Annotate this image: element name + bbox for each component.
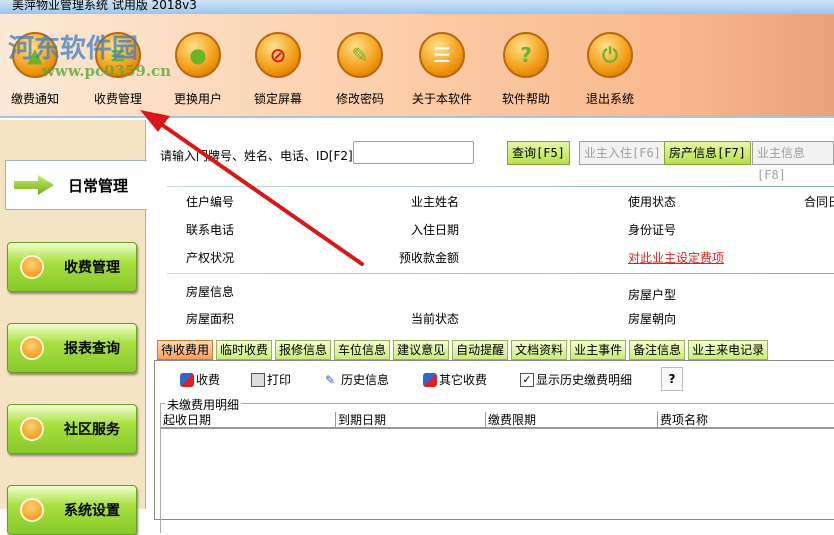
column-fee-name[interactable]: 费项名称 (658, 412, 834, 427)
sidebar: 日常管理 收费管理 报表查询 社区服务 系统设置 (0, 120, 147, 535)
tab-pending-fees[interactable]: 待收费用 (157, 340, 214, 360)
label-current-status: 当前状态 (411, 312, 460, 326)
sidebar-item-community-service[interactable]: 社区服务 (7, 404, 137, 454)
owner-info-button[interactable]: 业主信息[F8] (752, 141, 834, 182)
tab-parking[interactable]: 车位信息 (334, 340, 391, 360)
show-history-checkbox[interactable]: ✓ 显示历史缴费明细 (520, 371, 632, 388)
label-use-status: 使用状态 (628, 195, 677, 209)
table-header: 起收日期 到期日期 缴费限期 费项名称 (161, 412, 834, 429)
tab-repairs[interactable]: 报修信息 (275, 340, 332, 360)
toolbar-button-exit[interactable]: ⏻ 退出系统 (570, 32, 650, 107)
toolbar-button-about[interactable]: ☰ 关于本软件 (402, 32, 482, 107)
lock-screen-icon: ⊘ (255, 32, 301, 78)
tab-call-records[interactable]: 业主来电记录 (688, 340, 769, 360)
sidebar-item-reports[interactable]: 报表查询 (7, 323, 137, 373)
label-area: 房屋面积 (186, 312, 235, 326)
orange-dot-icon (20, 255, 44, 279)
label-resident-no: 住户编号 (186, 195, 235, 209)
main-toolbar: ▲ 缴费通知 ≡ 收费管理 ● 更换用户 ⊘ 锁定屏幕 ✎ 修改密码 ☰ 关于本软件 ? 软件… (0, 14, 834, 118)
label-prepaid: 预收款金额 (399, 251, 460, 265)
wrench-icon: ✎ (337, 32, 383, 78)
toolbar-button-change-password[interactable]: ✎ 修改密码 (320, 32, 400, 107)
help-button[interactable]: ? (661, 367, 683, 391)
watermark-url: www.pc0359.cn (42, 62, 172, 80)
tab-bar: 待收费用 临时收费 报修信息 车位信息 建议意见 自动提醒 文档资料 业主事件 … (157, 340, 769, 360)
arrow-right-icon (14, 175, 54, 195)
main-panel: 请输入门牌号、姓名、电话、ID[F2] 查询[F5] 业主入住[F6] 房产信息… (147, 120, 834, 533)
toolbar-button-lock-screen[interactable]: ⊘ 锁定屏幕 (238, 32, 318, 107)
charge-icon (180, 372, 194, 387)
charge-button[interactable]: 收费 (180, 371, 220, 388)
divider (167, 186, 834, 187)
sidebar-item-fee-management[interactable]: 收费管理 (7, 242, 137, 292)
tab-reminders[interactable]: 自动提醒 (452, 340, 509, 360)
column-payment-deadline[interactable]: 缴费限期 (486, 412, 658, 427)
divider (167, 273, 834, 274)
title-bar: 美萍物业管理系统 试用版 2018v3 (0, 0, 834, 14)
group-title: 未缴费用明细 (165, 396, 242, 413)
history-button[interactable]: ✎ 历史信息 (325, 371, 389, 388)
print-icon (251, 372, 265, 387)
user-icon: ● (175, 32, 221, 78)
other-charge-icon (423, 372, 437, 387)
column-start-date[interactable]: 起收日期 (161, 412, 336, 427)
orange-dot-icon (20, 498, 44, 522)
print-button[interactable]: 打印 (251, 371, 291, 388)
label-phone: 联系电话 (186, 223, 235, 237)
search-input[interactable] (353, 141, 474, 164)
toolbar-button-help[interactable]: ? 软件帮助 (486, 32, 566, 107)
owner-checkin-button[interactable]: 业主入住[F6] (579, 141, 666, 165)
sidebar-active-daily-management[interactable]: 日常管理 (5, 160, 147, 210)
tab-notes[interactable]: 备注信息 (629, 340, 686, 360)
power-icon: ⏻ (587, 32, 633, 78)
tab-owner-events[interactable]: 业主事件 (570, 340, 627, 360)
label-house-type: 房屋户型 (628, 288, 677, 302)
other-charge-button[interactable]: 其它收费 (423, 371, 487, 388)
column-due-date[interactable]: 到期日期 (336, 412, 486, 427)
pending-fees-panel: 收费 打印 ✎ 历史信息 其它收费 ✓ 显示历史缴费明细 ? 未缴费用明细 起收日期… (154, 360, 834, 533)
search-label: 请输入门牌号、姓名、电话、ID[F2] (160, 149, 353, 163)
query-button[interactable]: 查询[F5] (507, 141, 570, 165)
pen-icon: ✎ (325, 372, 336, 387)
label-checkin-date: 入住日期 (411, 223, 460, 237)
tab-documents[interactable]: 文档资料 (511, 340, 568, 360)
sidebar-item-system-settings[interactable]: 系统设置 (7, 485, 137, 535)
label-id-no: 身份证号 (628, 223, 677, 237)
help-icon: ? (503, 32, 549, 78)
label-owner-name: 业主姓名 (411, 195, 460, 209)
orange-dot-icon (20, 417, 44, 441)
label-ownership: 产权状况 (186, 251, 235, 265)
set-fees-link[interactable]: 对此业主设定费项 (628, 249, 724, 266)
unpaid-fees-group: 未缴费用明细 起收日期 到期日期 缴费限期 费项名称 (160, 396, 834, 533)
orange-dot-icon (20, 336, 44, 360)
window-title: 美萍物业管理系统 试用版 2018v3 (12, 0, 197, 12)
label-orientation: 房屋朝向 (628, 312, 677, 326)
about-icon: ☰ (419, 32, 465, 78)
watermark-logo: 河东软件园 (8, 34, 139, 64)
checkbox-checked-icon: ✓ (520, 372, 534, 387)
tab-suggestions[interactable]: 建议意见 (393, 340, 450, 360)
label-house-info: 房屋信息 (186, 285, 235, 299)
property-info-button[interactable]: 房产信息[F7] (664, 141, 751, 165)
tab-temp-charge[interactable]: 临时收费 (216, 340, 273, 360)
label-contract: 合同日 (804, 195, 834, 209)
